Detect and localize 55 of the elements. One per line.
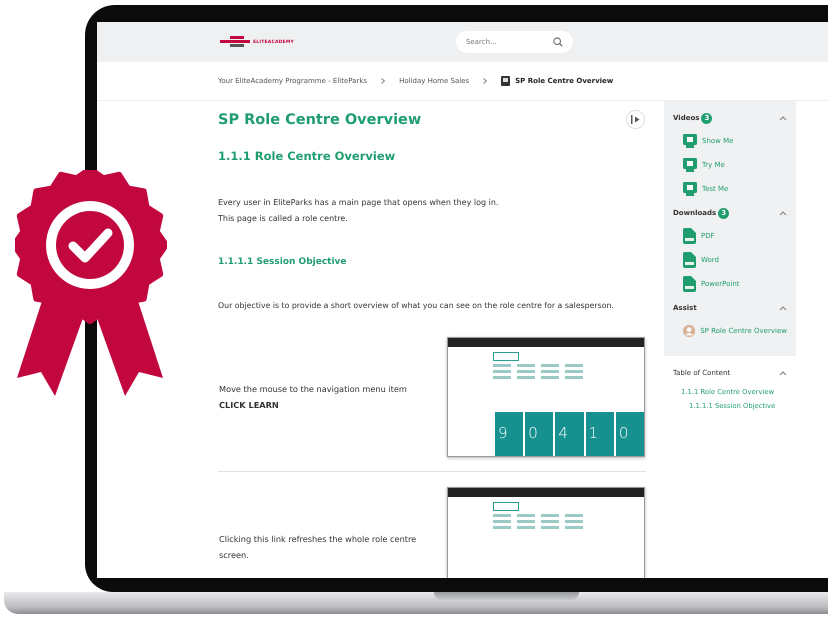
- text-line-placeholder: [541, 364, 559, 367]
- text-line-placeholder: [493, 520, 511, 523]
- screen-icon: [683, 182, 697, 196]
- search-icon[interactable]: [552, 37, 563, 47]
- chevron-up-icon[interactable]: [779, 115, 787, 121]
- highlight-outline: [493, 352, 519, 361]
- text-line-placeholder: [541, 514, 559, 517]
- sidebar-toggle-button[interactable]: [626, 110, 645, 129]
- screen-icon: [683, 158, 697, 172]
- text-line-placeholder: [565, 376, 583, 379]
- subsection-heading: 1.1.1.1 Session Objective: [218, 257, 348, 267]
- text-line-placeholder: [493, 376, 511, 379]
- text-line-placeholder: [565, 520, 583, 523]
- document-icon: [683, 252, 696, 268]
- text-line-placeholder: [517, 370, 535, 373]
- text-line-placeholder: [493, 514, 511, 517]
- step-text: Move the mouse to the navigation menu item CLICK LEARN: [219, 383, 408, 412]
- chevron-up-icon[interactable]: [779, 370, 787, 376]
- monitor-icon: [501, 76, 510, 86]
- text-line-placeholder: [517, 376, 535, 379]
- step-text: Clicking this link refreshes the whole role centre screen.: [219, 533, 418, 562]
- text-line-placeholder: [565, 370, 583, 373]
- avatar-icon: [683, 324, 696, 338]
- chevron-right-icon: [381, 78, 386, 84]
- screen-icon: [683, 134, 697, 148]
- chevron-right-icon: [483, 78, 488, 84]
- text-line-placeholder: [541, 370, 559, 373]
- text-line-placeholder: [541, 520, 559, 523]
- text-line-placeholder: [493, 370, 511, 373]
- text-line-placeholder: [565, 364, 583, 367]
- count-tile: 4: [555, 412, 584, 456]
- text-line-placeholder: [517, 514, 535, 517]
- count-tile: 1: [586, 412, 614, 456]
- text-line-placeholder: [493, 364, 511, 367]
- document-icon: [683, 276, 696, 292]
- panel-icon: [631, 115, 640, 124]
- section-heading: 1.1.1 Role Centre Overview: [218, 149, 396, 163]
- page-title: SP Role Centre Overview: [218, 112, 422, 128]
- count-tile: 0: [525, 412, 554, 456]
- chevron-up-icon[interactable]: [779, 305, 787, 311]
- chevron-up-icon[interactable]: [779, 210, 787, 216]
- text-line-placeholder: [541, 526, 559, 529]
- count-tile: 9: [495, 412, 524, 456]
- logo-icon: [220, 36, 250, 48]
- text-line-placeholder: [517, 364, 535, 367]
- highlight-outline: [493, 502, 519, 511]
- text-line-placeholder: [493, 526, 511, 529]
- count-tile: 0: [616, 412, 644, 456]
- text-line-placeholder: [541, 376, 559, 379]
- document-icon: [683, 228, 696, 244]
- text-line-placeholder: [565, 514, 583, 517]
- intro-text: Every user in EliteParks has a main page that opens when they log in. This page is called a role centre.: [218, 197, 500, 225]
- text-line-placeholder: [517, 520, 535, 523]
- text-line-placeholder: [565, 526, 583, 529]
- text-line-placeholder: [517, 526, 535, 529]
